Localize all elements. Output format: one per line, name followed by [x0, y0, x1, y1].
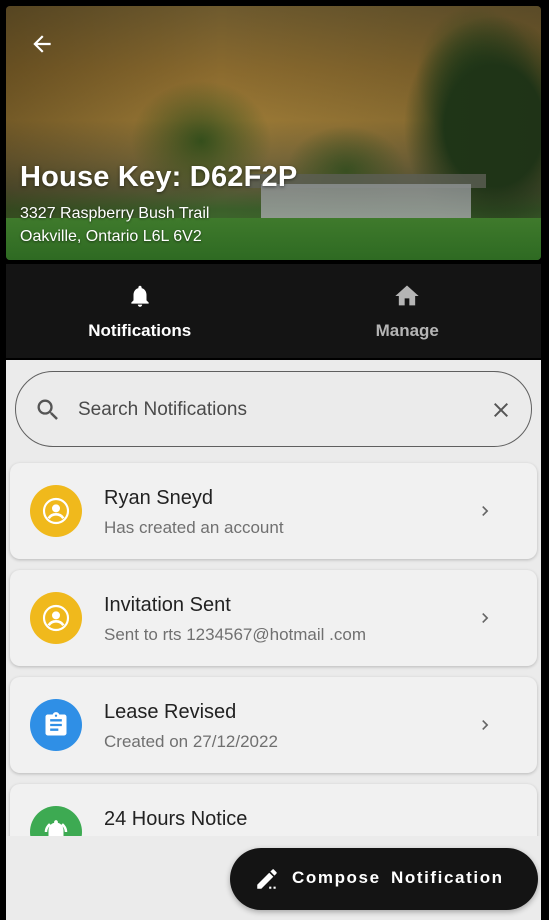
address-line-2: Oakville, Ontario L6L 6V2 [20, 228, 202, 245]
close-icon[interactable] [489, 398, 513, 422]
arrow-left-icon [33, 35, 51, 53]
notification-avatar [30, 699, 82, 751]
tab-manage-label: Manage [375, 321, 439, 340]
notification-item[interactable]: Invitation Sent Sent to rts 1234567@hotm… [10, 570, 537, 666]
notification-item[interactable]: Lease Revised Created on 27/12/2022 [10, 677, 537, 773]
tab-notifications[interactable]: Notifications [6, 264, 274, 358]
chevron-right-icon [482, 506, 489, 516]
notification-title: Lease Revised [104, 701, 237, 723]
search-input[interactable] [78, 392, 468, 428]
pen-icon [257, 869, 277, 889]
notification-subtitle: Has created an account [104, 518, 284, 537]
tab-notifications-label: Notifications [88, 321, 192, 340]
notification-title: Ryan Sneyd [104, 487, 213, 509]
compose-notification-label: Compose Notification [292, 868, 504, 887]
back-button[interactable] [26, 28, 58, 60]
tab-bar: Notifications Manage [6, 264, 541, 358]
notification-subtitle: Created on 27/12/2022 [104, 732, 278, 751]
chevron-right-icon [482, 720, 489, 730]
app-screen: House Key: D62F2P 3327 Raspberry Bush Tr… [0, 0, 549, 920]
address-line-1: 3327 Raspberry Bush Trail [20, 205, 210, 222]
notification-subtitle: Sent to rts 1234567@hotmail .com [104, 625, 367, 644]
notification-item[interactable]: Ryan Sneyd Has created an account [10, 463, 537, 559]
tab-manage[interactable]: Manage [274, 264, 542, 358]
property-header: House Key: D62F2P 3327 Raspberry Bush Tr… [6, 6, 541, 260]
bell-icon [131, 285, 149, 307]
chevron-right-icon [482, 613, 489, 623]
notifications-panel: Ryan Sneyd Has created an account Invita… [6, 360, 541, 836]
notification-avatar [30, 806, 82, 836]
user-icon [42, 604, 70, 632]
search-icon [37, 399, 58, 420]
house-key-title: House Key: D62F2P [20, 161, 298, 193]
clipboard-icon [45, 712, 67, 736]
notification-title: Invitation Sent [104, 594, 231, 616]
alarm-icon [44, 820, 68, 836]
notification-avatar [30, 485, 82, 537]
notification-item[interactable]: 24 Hours Notice [10, 784, 537, 836]
home-icon [395, 285, 419, 306]
compose-notification-button[interactable]: Compose Notification [230, 848, 538, 910]
search-bar [15, 371, 532, 447]
notification-avatar [30, 592, 82, 644]
user-icon [42, 497, 70, 525]
notification-title: 24 Hours Notice [104, 808, 248, 830]
